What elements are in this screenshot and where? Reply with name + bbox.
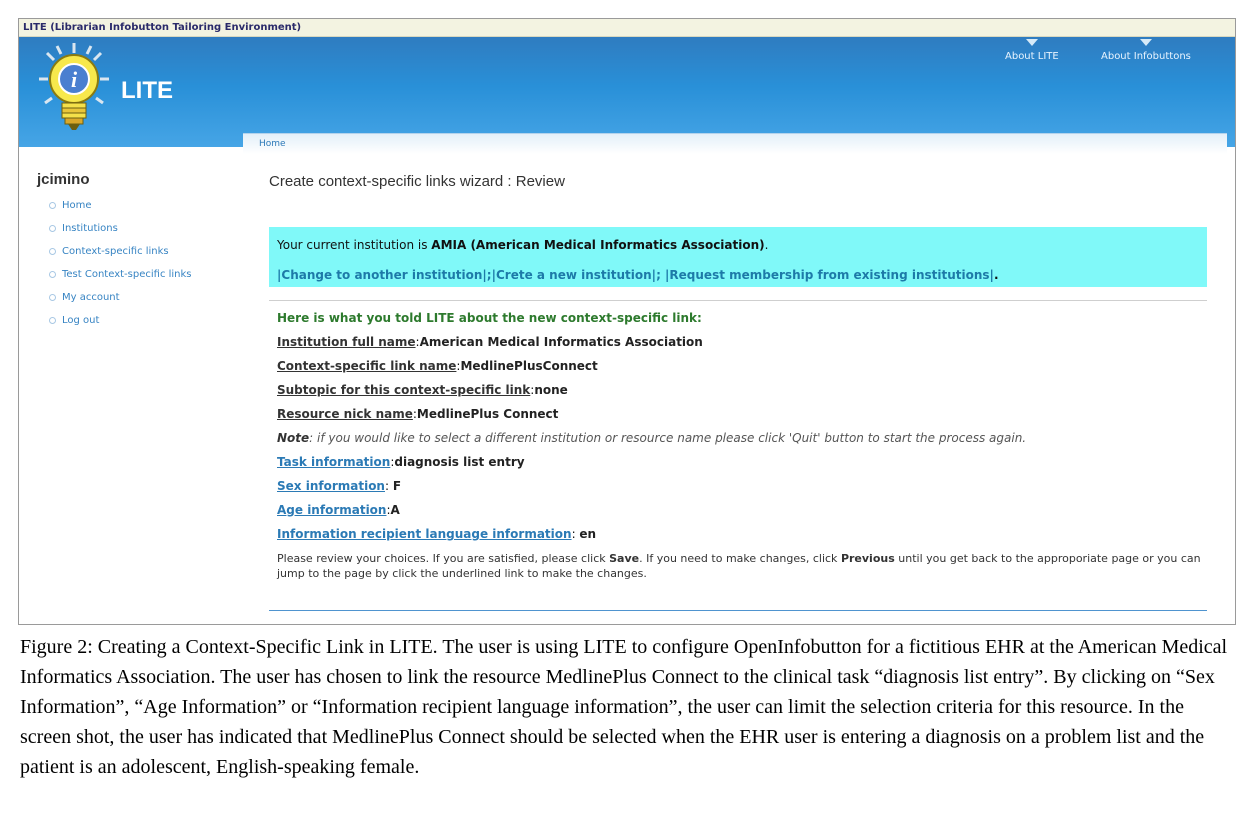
review-note: Note: if you would like to select a diff… — [277, 431, 1026, 445]
note-text: : if you would like to select a differen… — [309, 431, 1027, 445]
field-context-link-name: Context-specific link name:MedlinePlusCo… — [277, 359, 598, 373]
nav-about-infobuttons[interactable]: About Infobuttons — [1101, 39, 1191, 62]
review-intro: Here is what you told LITE about the new… — [277, 311, 702, 325]
sidebar-item-context-specific-links[interactable]: Context-specific links — [49, 240, 237, 263]
help-previous: Previous — [840, 552, 895, 565]
figure-caption: Figure 2: Creating a Context-Specific Li… — [20, 636, 1228, 778]
page-title: Create context-specific links wizard : R… — [269, 173, 565, 190]
field-value: MedlinePlus Connect — [416, 407, 559, 421]
note-label: Note — [277, 431, 310, 445]
field-age-information: Age information:A — [277, 503, 400, 517]
username: jcimino — [37, 171, 90, 188]
nav-about-infobuttons-label: About Infobuttons — [1101, 51, 1191, 62]
field-value: F — [392, 479, 402, 493]
field-value: MedlinePlusConnect — [460, 359, 598, 373]
lightbulb-info-icon[interactable]: i — [37, 41, 111, 133]
change-institution-link[interactable]: |Change to another institution| — [277, 268, 487, 282]
field-resource-nick-name: Resource nick name:MedlinePlus Connect — [277, 407, 558, 421]
sidebar-item-institutions[interactable]: Institutions — [49, 217, 237, 240]
help-part-2: . If you need to make changes, click — [639, 552, 841, 565]
field-label: Context-specific link name — [277, 359, 457, 373]
request-membership-link[interactable]: ; |Request membership from existing inst… — [656, 268, 994, 282]
institution-box: Your current institution is AMIA (Americ… — [269, 227, 1207, 287]
institution-suffix: . — [764, 238, 769, 252]
field-sex-information: Sex information: F — [277, 479, 401, 493]
sidebar-item-log-out[interactable]: Log out — [49, 309, 237, 332]
age-information-link[interactable]: Age information — [277, 503, 386, 517]
field-institution-full-name: Institution full name:American Medical I… — [277, 335, 703, 349]
sidebar: jcimino Home Institutions Context-specif… — [37, 171, 237, 332]
nav-about-lite[interactable]: About LITE — [1005, 39, 1059, 62]
field-label: Resource nick name — [277, 407, 413, 421]
field-subtopic: Subtopic for this context-specific link:… — [277, 383, 568, 397]
create-institution-link[interactable]: ;|Crete a new institution| — [487, 268, 656, 282]
breadcrumb: Home — [243, 133, 1227, 154]
field-value: en — [579, 527, 597, 541]
institution-name: AMIA (American Medical Informatics Assoc… — [431, 238, 765, 252]
window-title: LITE (Librarian Infobutton Tailoring Env… — [19, 19, 1235, 37]
field-value: A — [390, 503, 400, 517]
institution-prefix: Your current institution is — [277, 238, 432, 252]
nav-about-lite-label: About LITE — [1005, 51, 1059, 62]
field-value: diagnosis list entry — [394, 455, 525, 469]
svg-text:i: i — [71, 67, 78, 92]
language-information-link[interactable]: Information recipient language informati… — [277, 527, 572, 541]
task-information-link[interactable]: Task information — [277, 455, 390, 469]
review-help-text: Please review your choices. If you are s… — [277, 551, 1207, 581]
field-sep: : — [384, 479, 393, 493]
current-institution: Your current institution is AMIA (Americ… — [277, 238, 768, 252]
institution-links: |Change to another institution|;|Crete a… — [277, 268, 999, 282]
field-label: Subtopic for this context-specific link — [277, 383, 531, 397]
sidebar-item-test-context-specific-links[interactable]: Test Context-specific links — [49, 263, 237, 286]
breadcrumb-home[interactable]: Home — [259, 139, 286, 149]
field-value: none — [534, 383, 568, 397]
review-panel: Here is what you told LITE about the new… — [269, 300, 1207, 621]
help-save: Save — [609, 552, 640, 565]
sex-information-link[interactable]: Sex information — [277, 479, 385, 493]
content-divider — [269, 610, 1207, 611]
sidebar-menu: Home Institutions Context-specific links… — [37, 194, 237, 332]
institution-links-end: . — [993, 268, 999, 282]
site-name: LITE — [121, 77, 173, 104]
field-language-information: Information recipient language informati… — [277, 527, 596, 541]
field-label: Institution full name — [277, 335, 416, 349]
screenshot-frame: LITE (Librarian Infobutton Tailoring Env… — [18, 18, 1236, 625]
nav-indicator-icon — [1025, 39, 1038, 46]
main-content: Create context-specific links wizard : R… — [243, 155, 1227, 624]
field-task-information: Task information:diagnosis list entry — [277, 455, 525, 469]
header-banner: i LITE About LITE About Infobuttons — [19, 37, 1235, 147]
nav-indicator-icon — [1139, 39, 1152, 46]
sidebar-item-home[interactable]: Home — [49, 194, 237, 217]
field-value: American Medical Informatics Association — [419, 335, 703, 349]
help-part-1: Please review your choices. If you are s… — [277, 552, 610, 565]
sidebar-item-my-account[interactable]: My account — [49, 286, 237, 309]
